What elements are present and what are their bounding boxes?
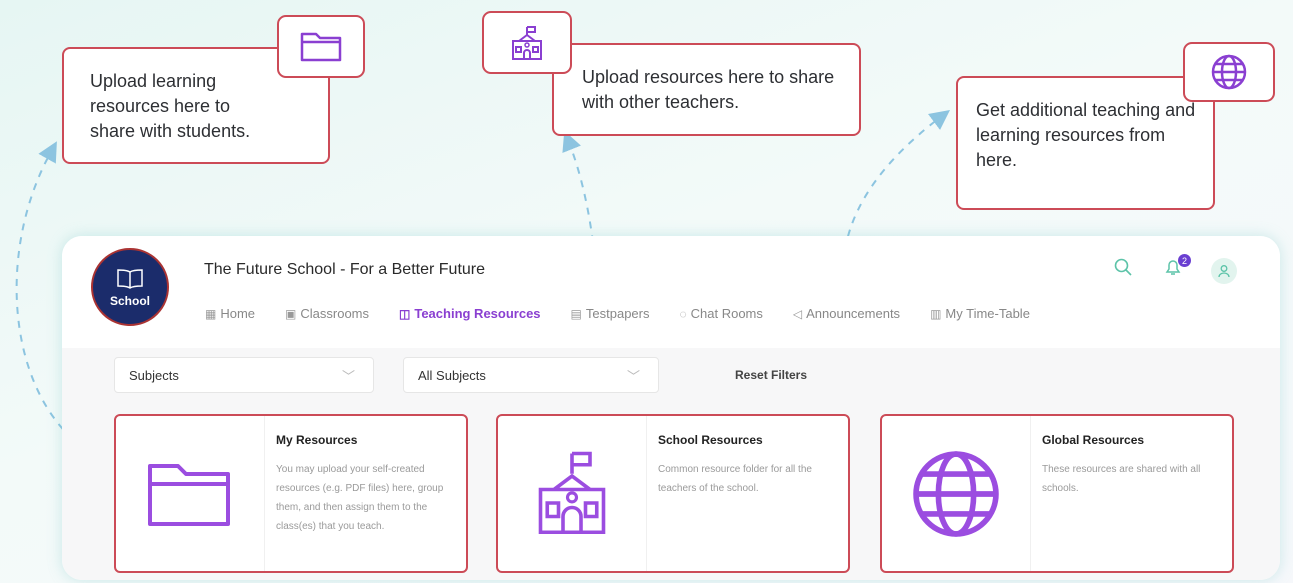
subjects-select[interactable]: Subjects ﹀ bbox=[114, 357, 374, 393]
card-school-resources[interactable]: School Resources Common resource folder … bbox=[496, 414, 850, 573]
card-my-resources[interactable]: My Resources You may upload your self-cr… bbox=[114, 414, 468, 573]
logo-book-icon bbox=[117, 269, 143, 289]
callout-text: Upload resources here to share with othe… bbox=[582, 67, 835, 112]
all-subjects-select[interactable]: All Subjects ﹀ bbox=[403, 357, 659, 393]
calendar-icon: ▥ bbox=[930, 306, 942, 321]
nav-item-time-table[interactable]: ▥ My Time-Table bbox=[930, 306, 1030, 321]
notification-badge: 2 bbox=[1178, 254, 1191, 267]
school-logo[interactable]: School bbox=[91, 248, 169, 326]
nav-item-label: My Time-Table bbox=[945, 306, 1030, 321]
folder-icon bbox=[277, 15, 365, 78]
main-nav: ▦ Home ▣ Classrooms ◫ Teaching Resources ▤ T… bbox=[205, 306, 1060, 321]
nav-item-classrooms[interactable]: ▣ Classrooms bbox=[285, 306, 369, 321]
globe-icon bbox=[1183, 42, 1275, 102]
nav-item-label: Testpapers bbox=[585, 306, 650, 321]
card-description: These resources are shared with all scho… bbox=[1042, 464, 1201, 494]
reset-filters-button[interactable]: Reset Filters bbox=[735, 368, 807, 382]
nav-item-announcements[interactable]: ◁ Announcements bbox=[793, 306, 900, 321]
nav-item-label: Home bbox=[220, 306, 256, 321]
app-window: School The Future School - For a Better … bbox=[62, 236, 1280, 580]
callout-school-resources: Upload resources here to share with othe… bbox=[552, 43, 861, 136]
document-icon: ▤ bbox=[570, 306, 582, 321]
chat-icon: ◌ bbox=[679, 306, 687, 321]
card-title: Global Resources bbox=[1042, 433, 1145, 447]
resources-panel: Subjects ﹀ All Subjects ﹀ Reset Filters … bbox=[62, 348, 1280, 580]
page-title: The Future School - For a Better Future bbox=[204, 261, 486, 278]
card-global-resources[interactable]: Global Resources These resources are sha… bbox=[880, 414, 1234, 573]
nav-item-label: Teaching Resources bbox=[414, 306, 541, 321]
classroom-icon: ▣ bbox=[285, 306, 297, 321]
folder-icon bbox=[116, 416, 265, 571]
nav-item-testpapers[interactable]: ▤ Testpapers bbox=[571, 306, 650, 321]
nav-item-chat-rooms[interactable]: ◌ Chat Rooms bbox=[679, 306, 762, 321]
nav-item-label: Chat Rooms bbox=[690, 306, 763, 321]
callout-global-resources: Get additional teaching and learning res… bbox=[956, 76, 1215, 210]
card-description: You may upload your self-created resourc… bbox=[276, 464, 444, 532]
card-title: School Resources bbox=[658, 433, 763, 447]
select-value: Subjects bbox=[129, 367, 179, 383]
book-icon: ◫ bbox=[399, 306, 411, 321]
app-header: School The Future School - For a Better … bbox=[62, 236, 1280, 348]
chevron-down-icon: ﹀ bbox=[341, 369, 355, 384]
card-title: My Resources bbox=[276, 433, 358, 447]
school-building-icon bbox=[482, 11, 572, 74]
callout-text: Get additional teaching and learning res… bbox=[976, 100, 1196, 170]
logo-text: School bbox=[109, 294, 150, 308]
globe-icon bbox=[882, 416, 1031, 571]
callout-text: Upload learning resources here to share … bbox=[90, 71, 251, 141]
user-icon[interactable] bbox=[1211, 258, 1237, 284]
school-building-icon bbox=[498, 416, 647, 571]
megaphone-icon: ◁ bbox=[792, 306, 803, 321]
nav-item-label: Classrooms bbox=[300, 306, 369, 321]
nav-item-teaching-resources[interactable]: ◫ Teaching Resources bbox=[399, 306, 541, 321]
nav-item-label: Announcements bbox=[806, 306, 901, 321]
nav-item-home[interactable]: ▦ Home bbox=[205, 306, 255, 321]
grid-icon: ▦ bbox=[205, 306, 217, 321]
chevron-down-icon: ﹀ bbox=[626, 369, 640, 384]
select-value: All Subjects bbox=[418, 367, 486, 383]
search-icon[interactable] bbox=[1114, 258, 1132, 281]
card-description: Common resource folder for all the teach… bbox=[658, 464, 812, 494]
